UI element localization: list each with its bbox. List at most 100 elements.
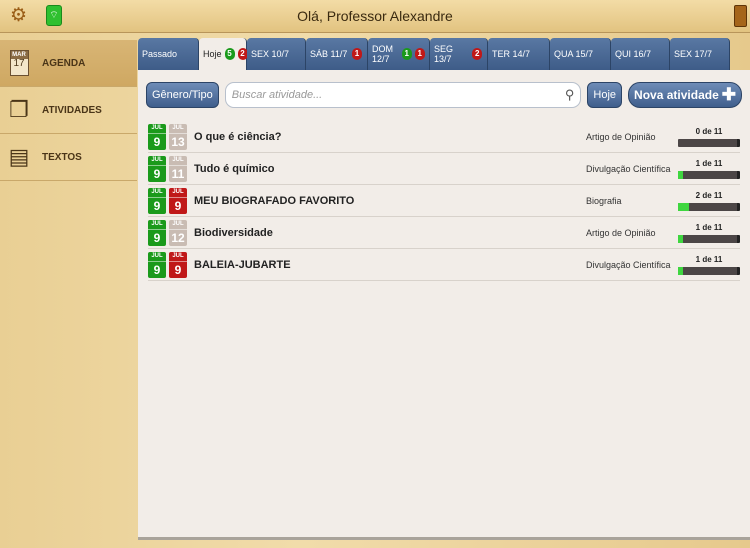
today-button[interactable]: Hoje xyxy=(587,82,623,108)
month: JUL xyxy=(169,220,187,230)
count-badge: 1 xyxy=(352,48,362,60)
search-input[interactable]: Buscar atividade... ⚲ xyxy=(224,82,582,108)
count-badge: 1 xyxy=(401,48,412,60)
activity-list: JUL 9 JUL 13 O que é ciência? Artigo de Op… xyxy=(138,121,750,281)
progress-text: 0 de 11 xyxy=(695,126,723,136)
toolbar: Gênero/Tipo Buscar atividade... ⚲ Hoje N… xyxy=(138,70,750,110)
progress-text: 1 de 11 xyxy=(695,222,723,232)
day: 9 xyxy=(174,198,182,213)
search-icon[interactable]: ⚲ xyxy=(565,87,575,103)
activity-title: O que é ciência? xyxy=(194,130,282,143)
progress-bar xyxy=(678,202,740,211)
progress-bar xyxy=(678,138,740,147)
genre-type-button[interactable]: Gênero/Tipo xyxy=(146,82,219,108)
sidebar-item-label: TEXTOS xyxy=(42,151,82,163)
activity-row[interactable]: JUL 9 JUL 13 O que é ciência? Artigo de Op… xyxy=(148,121,740,153)
sidebar-item-label: AGENDA xyxy=(42,57,86,69)
tab-label: SEX 10/7 xyxy=(251,49,290,59)
tab-9[interactable]: SEX 17/7 xyxy=(670,38,730,70)
tab-label: SÁB 11/7 xyxy=(310,49,348,59)
sidebar: MAR 17 AGENDA ❐ ATIVIDADES ▤ TEXTOS xyxy=(0,40,137,181)
end-date-badge: JUL 9 xyxy=(169,187,187,214)
start-date-badge: JUL 9 xyxy=(148,155,166,182)
activity-title: MEU BIOGRAFADO FAVORITO xyxy=(194,194,355,207)
progress-bar xyxy=(678,234,740,243)
progress-fill xyxy=(678,202,689,211)
activity-row[interactable]: JUL 9 JUL 9 BALEIA-JUBARTE Divulgação Cien… xyxy=(148,249,740,281)
start-date-badge: JUL 9 xyxy=(148,123,166,150)
progress-bar xyxy=(678,266,740,275)
progress-bar xyxy=(678,170,740,179)
activity-genre: Artigo de Opinião xyxy=(586,131,656,142)
day: 9 xyxy=(153,262,161,277)
day: 9 xyxy=(153,166,161,181)
month: JUL xyxy=(169,124,187,134)
progress: 1 de 11 xyxy=(678,159,740,179)
day: 12 xyxy=(171,230,185,245)
tab-2[interactable]: SEX 10/7 xyxy=(247,38,306,70)
sidebar-item-atividades[interactable]: ❐ ATIVIDADES xyxy=(0,87,137,134)
tab-3[interactable]: SÁB 11/7 1 xyxy=(306,38,368,70)
sidebar-item-agenda[interactable]: MAR 17 AGENDA xyxy=(0,40,137,87)
sidebar-item-textos[interactable]: ▤ TEXTOS xyxy=(0,134,137,181)
activity-genre: Artigo de Opinião xyxy=(586,227,656,238)
day: 9 xyxy=(153,134,161,149)
end-date-badge: JUL 13 xyxy=(169,123,187,150)
sidebar-item-label: ATIVIDADES xyxy=(42,104,102,116)
new-activity-label: Nova atividade xyxy=(634,88,719,102)
new-activity-button[interactable]: Nova atividade ✚ xyxy=(628,82,742,108)
progress: 2 de 11 xyxy=(678,191,740,211)
day: 9 xyxy=(153,230,161,245)
tab-label: Hoje xyxy=(203,49,222,59)
count-badge: 2 xyxy=(472,48,483,60)
count-badge: 1 xyxy=(414,48,425,60)
activity-genre: Divulgação Científica xyxy=(586,163,671,174)
tab-1[interactable]: Hoje 5 2 xyxy=(199,38,248,70)
tab-label: DOM 12/7 xyxy=(372,44,393,64)
search-placeholder: Buscar atividade... xyxy=(231,89,323,101)
activity-row[interactable]: JUL 9 JUL 12 Biodiversidade Artigo de Opin… xyxy=(148,217,740,249)
book-icon[interactable] xyxy=(734,5,747,27)
progress: 1 de 11 xyxy=(678,223,740,243)
activity-title: BALEIA-JUBARTE xyxy=(194,258,291,271)
progress-text: 2 de 11 xyxy=(695,190,723,200)
count-badge: 5 xyxy=(224,48,235,60)
tab-label: QUI 16/7 xyxy=(615,49,652,59)
start-date-badge: JUL 9 xyxy=(148,219,166,246)
day: 13 xyxy=(171,134,185,149)
plus-icon: ✚ xyxy=(721,85,736,104)
progress-fill xyxy=(678,266,684,275)
tab-4[interactable]: DOM 12/7 1 1 xyxy=(368,38,430,70)
tab-6[interactable]: TER 14/7 xyxy=(488,38,550,70)
progress: 0 de 11 xyxy=(678,127,740,147)
month: JUL xyxy=(169,156,187,166)
tab-label: TER 14/7 xyxy=(492,49,531,59)
tab-8[interactable]: QUI 16/7 xyxy=(611,38,670,70)
end-date-badge: JUL 11 xyxy=(169,155,187,182)
start-date-badge: JUL 9 xyxy=(148,251,166,278)
day: 9 xyxy=(153,198,161,213)
day: 9 xyxy=(174,262,182,277)
day-tabs: Passado Hoje 5 2 SEX 10/7 SÁB 11/7 1 DOM 12/7 1 1… xyxy=(138,38,750,70)
month: JUL xyxy=(148,252,166,262)
month: JUL xyxy=(148,220,166,230)
activity-genre: Biografia xyxy=(586,195,622,206)
tab-label: Passado xyxy=(142,49,178,59)
agenda-panel: Passado Hoje 5 2 SEX 10/7 SÁB 11/7 1 DOM 12/7 1 1… xyxy=(138,38,750,540)
content-area: Gênero/Tipo Buscar atividade... ⚲ Hoje N… xyxy=(138,70,750,540)
end-date-badge: JUL 9 xyxy=(169,251,187,278)
month: JUL xyxy=(169,252,187,262)
tab-0[interactable]: Passado xyxy=(138,38,199,70)
progress: 1 de 11 xyxy=(678,255,740,275)
tab-7[interactable]: QUA 15/7 xyxy=(550,38,611,70)
activity-title: Tudo é químico xyxy=(194,162,275,175)
tab-5[interactable]: SEG 13/7 2 xyxy=(430,38,488,70)
activity-row[interactable]: JUL 9 JUL 9 MEU BIOGRAFADO FAVORITO Biogra… xyxy=(148,185,740,217)
activity-row[interactable]: JUL 9 JUL 11 Tudo é químico Divulgação Cie… xyxy=(148,153,740,185)
tab-label: QUA 15/7 xyxy=(554,49,594,59)
tab-label: SEG 13/7 xyxy=(434,44,454,64)
page-title: Olá, Professor Alexandre xyxy=(297,8,453,24)
document-icon: ▤ xyxy=(8,144,30,169)
progress-text: 1 de 11 xyxy=(695,254,723,264)
progress-text: 1 de 11 xyxy=(695,158,723,168)
